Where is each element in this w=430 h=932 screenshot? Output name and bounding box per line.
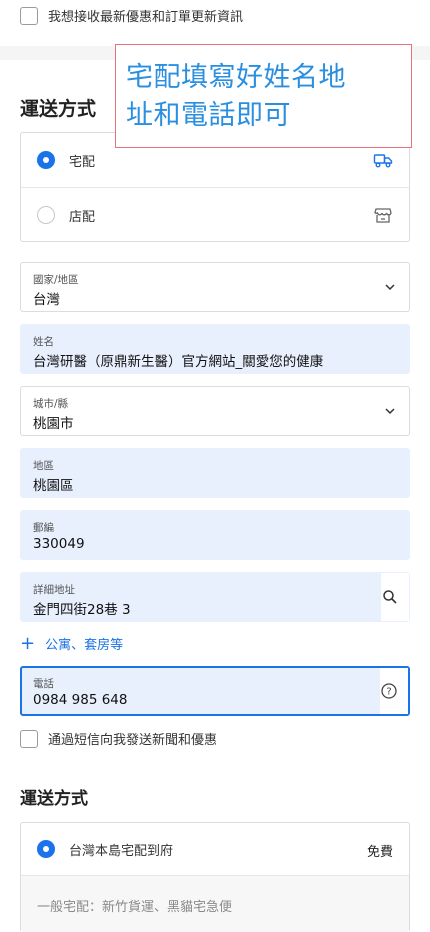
store-icon <box>374 208 392 223</box>
delivery-option-home-label: 宅配 <box>69 154 96 170</box>
country-label: 國家/地區 <box>33 274 79 286</box>
delivery-options-card: 宅配 店配 <box>20 132 410 242</box>
country-value: 台灣 <box>33 292 60 308</box>
address-field[interactable]: 詳細地址 金門四街28巷 3 <box>20 572 410 622</box>
radio-home-selected[interactable] <box>37 151 55 169</box>
phone-field[interactable]: 電話 0984 985 648 ? <box>20 666 410 716</box>
annotation-line-1: 宅配填寫好姓名地 <box>126 62 346 93</box>
annotation-line-2: 址和電話即可 <box>126 100 291 131</box>
delivery-option-store-label: 店配 <box>69 209 96 225</box>
shipping-option-label: 台灣本島宅配到府 <box>69 843 174 859</box>
city-value: 桃園市 <box>33 416 74 432</box>
city-label: 城市/縣 <box>33 398 69 410</box>
chevron-down-icon <box>385 408 395 415</box>
postal-code-field[interactable]: 郵編 330049 <box>20 510 410 560</box>
shipping-description: 一般宅配：新竹貨運、黑貓宅急便 <box>37 900 233 915</box>
sms-opt-in[interactable]: 通過短信向我發送新聞和優惠 <box>20 729 217 748</box>
add-apartment-label: 公寓、套房等 <box>45 638 124 653</box>
delivery-section-title: 運送方式 <box>20 98 97 120</box>
name-label: 姓名 <box>33 336 54 348</box>
shipping-option-home-delivery[interactable]: 台灣本島宅配到府 免費 <box>21 823 409 875</box>
shipping-method-card: 台灣本島宅配到府 免費 一般宅配：新竹貨運、黑貓宅急便 <box>20 822 410 932</box>
sms-label: 通過短信向我發送新聞和優惠 <box>48 733 218 748</box>
phone-label: 電話 <box>33 678 54 690</box>
address-label: 詳細地址 <box>33 584 75 596</box>
postal-code-label: 郵編 <box>33 522 54 534</box>
newsletter-label: 我想接收最新優惠和訂單更新資訊 <box>48 10 244 25</box>
newsletter-opt-in[interactable]: 我想接收最新優惠和訂單更新資訊 <box>20 6 243 25</box>
plus-icon: + <box>20 632 36 654</box>
postal-code-value: 330049 <box>33 536 85 552</box>
annotation-box: 宅配填寫好姓名地 址和電話即可 <box>115 44 412 148</box>
address-value: 金門四街28巷 3 <box>33 602 131 618</box>
add-apartment-link[interactable]: + 公寓、套房等 <box>20 634 123 653</box>
name-field[interactable]: 姓名 台灣研醫（原鼎新生醫）官方網站_關愛您的健康 <box>20 324 410 374</box>
phone-value: 0984 985 648 <box>33 692 128 708</box>
chevron-down-icon <box>385 284 395 291</box>
shipping-price: 免費 <box>366 845 393 860</box>
district-field[interactable]: 地區 桃園區 <box>20 448 410 498</box>
newsletter-checkbox[interactable] <box>20 6 38 25</box>
radio-shipping-selected[interactable] <box>37 840 55 858</box>
city-select[interactable]: 城市/縣 桃園市 <box>20 386 410 436</box>
shipping-description-panel: 一般宅配：新竹貨運、黑貓宅急便 <box>21 875 409 932</box>
shipping-method-title: 運送方式 <box>20 789 88 809</box>
help-icon[interactable]: ? <box>380 682 398 700</box>
svg-text:?: ? <box>386 687 391 698</box>
delivery-option-store[interactable]: 店配 <box>21 188 409 242</box>
search-icon[interactable] <box>381 588 399 606</box>
district-value: 桃園區 <box>33 478 74 494</box>
district-label: 地區 <box>33 460 54 472</box>
truck-icon <box>373 154 393 168</box>
radio-store[interactable] <box>37 206 55 224</box>
name-value: 台灣研醫（原鼎新生醫）官方網站_關愛您的健康 <box>33 354 324 370</box>
sms-checkbox[interactable] <box>20 729 38 748</box>
country-select[interactable]: 國家/地區 台灣 <box>20 262 410 312</box>
